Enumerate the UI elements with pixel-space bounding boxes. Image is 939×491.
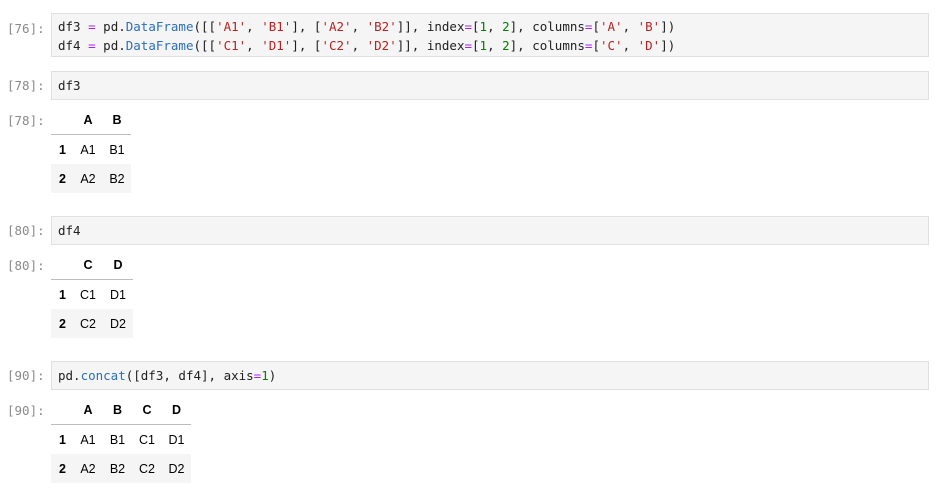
input-prompt: [80]: (7, 223, 45, 238)
dataframe-table: C D 1 C1 D1 2 C2 D2 (51, 250, 133, 338)
table-cell: D1 (168, 432, 185, 447)
output-cell-80: [80]: C D 1 C1 D1 2 C2 D2 (0, 250, 939, 340)
table-header-row: A B (51, 105, 131, 135)
output-prompt: [78]: (7, 113, 45, 128)
code-line-2: df4 = pd.DataFrame([['C1', 'D1'], ['C2',… (58, 38, 676, 53)
index-header (51, 250, 73, 280)
table-cell: C1 (139, 432, 155, 447)
row-index: 1 (59, 432, 66, 447)
index-header (51, 395, 73, 425)
row-index: 2 (59, 171, 66, 186)
table-cell: C1 (80, 287, 96, 302)
code-line-1: pd.concat([df3, df4], axis=1) (58, 368, 277, 383)
table-row: 1 A1 B1 C1 D1 (51, 424, 191, 454)
index-header (51, 105, 73, 135)
output-cell-90: [90]: A B C D 1 A1 B1 C1 D1 2 A2 B2 C2 D… (0, 395, 939, 485)
table-cell: C2 (80, 316, 96, 331)
table-row: 2 A2 B2 C2 D2 (51, 454, 191, 483)
table-cell: C2 (139, 461, 155, 476)
row-index: 1 (59, 287, 66, 302)
table-cell: B2 (109, 171, 125, 186)
table-cell: B1 (109, 142, 125, 157)
output-prompt: [80]: (7, 258, 45, 273)
code-cell-76: [76]: df3 = pd.DataFrame([['A1', 'B1'], … (0, 13, 939, 57)
column-header: D (162, 395, 191, 425)
table-cell: D1 (110, 287, 126, 302)
output-prompt: [90]: (7, 403, 45, 418)
column-header: A (73, 105, 103, 135)
code-input[interactable]: df3 (51, 71, 929, 100)
table-row: 2 C2 D2 (51, 309, 133, 338)
row-index: 2 (59, 316, 66, 331)
column-header: B (103, 105, 131, 135)
table-header-row: C D (51, 250, 133, 280)
code-line-1: df3 = pd.DataFrame([['A1', 'B1'], ['A2',… (58, 19, 676, 34)
code-input[interactable]: df4 (51, 216, 929, 245)
table-cell: A1 (80, 432, 96, 447)
table-cell: D2 (168, 461, 185, 476)
column-header: C (73, 250, 103, 280)
table-cell: A2 (80, 461, 96, 476)
row-index: 1 (59, 142, 66, 157)
column-header: C (132, 395, 162, 425)
code-line-1: df4 (58, 223, 81, 238)
input-prompt: [76]: (7, 21, 45, 36)
table-cell: B1 (109, 432, 126, 447)
dataframe-table: A B C D 1 A1 B1 C1 D1 2 A2 B2 C2 D2 (51, 395, 191, 483)
table-cell: A1 (80, 142, 96, 157)
code-cell-78: [78]: df3 (0, 71, 939, 100)
code-input[interactable]: df3 = pd.DataFrame([['A1', 'B1'], ['A2',… (51, 13, 929, 57)
dataframe-table: A B 1 A1 B1 2 A2 B2 (51, 105, 131, 193)
code-input[interactable]: pd.concat([df3, df4], axis=1) (51, 361, 929, 390)
code-line-1: df3 (58, 78, 81, 93)
output-cell-78: [78]: A B 1 A1 B1 2 A2 B2 (0, 105, 939, 195)
table-row: 1 C1 D1 (51, 279, 133, 309)
code-cell-90: [90]: pd.concat([df3, df4], axis=1) (0, 361, 939, 390)
table-cell: D2 (110, 316, 126, 331)
column-header: A (73, 395, 103, 425)
table-row: 1 A1 B1 (51, 134, 131, 164)
table-cell: A2 (80, 171, 96, 186)
input-prompt: [78]: (7, 78, 45, 93)
table-row: 2 A2 B2 (51, 164, 131, 193)
code-cell-80: [80]: df4 (0, 216, 939, 245)
row-index: 2 (59, 461, 66, 476)
input-prompt: [90]: (7, 368, 45, 383)
column-header: D (103, 250, 133, 280)
column-header: B (103, 395, 132, 425)
table-header-row: A B C D (51, 395, 191, 425)
table-cell: B2 (109, 461, 126, 476)
